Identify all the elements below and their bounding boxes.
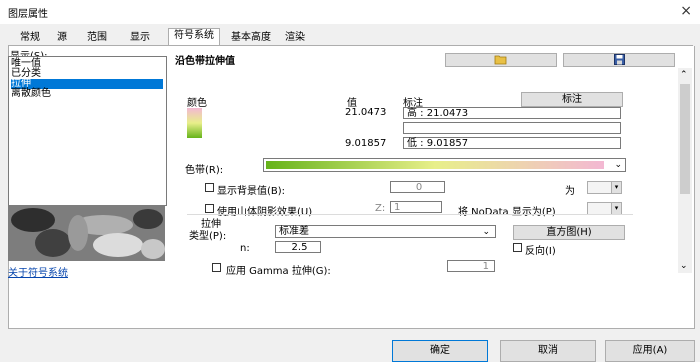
show-background-label: 显示背景值(B): — [217, 186, 286, 197]
open-button[interactable] — [445, 53, 557, 67]
low-label-field[interactable]: 低 : 9.01857 — [403, 137, 621, 149]
apply-button[interactable]: 应用(A) — [605, 340, 695, 362]
hillshade-label: 使用山体阴影效果(U) — [217, 207, 313, 218]
section-title: 沿色带拉伸值 — [175, 56, 235, 67]
chevron-up-icon[interactable]: ⌃ — [680, 70, 688, 80]
background-value-input[interactable]: 0 — [390, 181, 445, 193]
stretch-type-value: 标准差 — [279, 226, 309, 237]
label-button[interactable]: 标注 — [521, 92, 623, 107]
color-ramp-select[interactable]: ⌄ — [263, 158, 626, 172]
z-factor-input[interactable]: 1 — [390, 201, 442, 213]
background-color-dropdown[interactable]: ▾ — [611, 181, 622, 194]
color-header: 颜色 — [187, 98, 207, 109]
chevron-down-icon[interactable]: ⌄ — [680, 261, 688, 271]
list-item[interactable]: 已分类 — [11, 69, 163, 79]
window-title: 图层属性 — [8, 9, 48, 20]
z-label: Z: — [375, 203, 386, 214]
save-icon — [613, 54, 625, 65]
vertical-scrollbar[interactable]: ⌃ ⌄ — [678, 68, 692, 273]
tab-display[interactable]: 显示 — [128, 31, 152, 45]
invert-label: 反向(I) — [525, 246, 556, 257]
symbology-preview-image — [8, 205, 165, 261]
about-symbology-link[interactable]: 关于符号系统 — [8, 264, 68, 279]
show-background-checkbox[interactable] — [205, 183, 214, 192]
n-input[interactable]: 2.5 — [275, 241, 321, 253]
tab-base-heights[interactable]: 基本高度 — [226, 31, 276, 45]
as-label: 为 — [565, 186, 575, 197]
folder-open-icon — [494, 55, 507, 65]
tab-symbology[interactable]: 符号系统 — [168, 28, 220, 46]
color-swatch-gradient — [187, 108, 202, 138]
list-item[interactable]: 离散颜色 — [11, 89, 163, 99]
gamma-checkbox[interactable] — [212, 263, 221, 272]
mid-label-field[interactable] — [403, 122, 621, 134]
ok-button[interactable]: 确定 — [392, 340, 488, 362]
gamma-label: 应用 Gamma 拉伸(G): — [226, 266, 331, 277]
color-ramp-preview — [266, 161, 604, 169]
stretch-type-label: 类型(P): — [189, 231, 227, 242]
high-value: 21.0473 — [345, 107, 387, 118]
stretch-type-select[interactable]: 标准差 ⌄ — [275, 225, 496, 238]
high-label-field[interactable]: 高 : 21.0473 — [403, 107, 621, 119]
low-value: 9.01857 — [345, 138, 387, 149]
render-type-list[interactable]: 唯一值 已分类 拉伸 离散颜色 — [8, 56, 167, 206]
save-button[interactable] — [563, 53, 675, 67]
nodata-label: 将 NoData 显示为(P) — [458, 207, 556, 218]
color-ramp-label: 色带(R): — [185, 165, 224, 176]
chevron-down-icon: ⌄ — [482, 227, 490, 237]
chevron-down-icon: ⌄ — [614, 160, 622, 170]
tab-source[interactable]: 源 — [54, 31, 70, 45]
tab-extent[interactable]: 范围 — [85, 31, 109, 45]
title-bar — [0, 0, 700, 24]
histogram-button[interactable]: 直方图(H) — [513, 225, 625, 240]
cancel-button[interactable]: 取消 — [500, 340, 596, 362]
close-icon[interactable]: × — [680, 3, 692, 19]
gamma-input[interactable]: 1 — [447, 260, 495, 272]
hillshade-checkbox[interactable] — [205, 204, 214, 213]
scrollbar-thumb[interactable] — [680, 84, 690, 194]
tab-rendering[interactable]: 渲染 — [282, 31, 308, 45]
invert-checkbox[interactable] — [513, 243, 522, 252]
background-color-button[interactable] — [587, 181, 613, 194]
stretch-group-line — [187, 214, 633, 215]
tab-general[interactable]: 常规 — [18, 31, 42, 45]
stretch-settings: 沿色带拉伸值 颜色 值 标注 标注 21.0473 高 : 21.0473 9.… — [175, 50, 677, 258]
n-label: n: — [240, 243, 250, 254]
